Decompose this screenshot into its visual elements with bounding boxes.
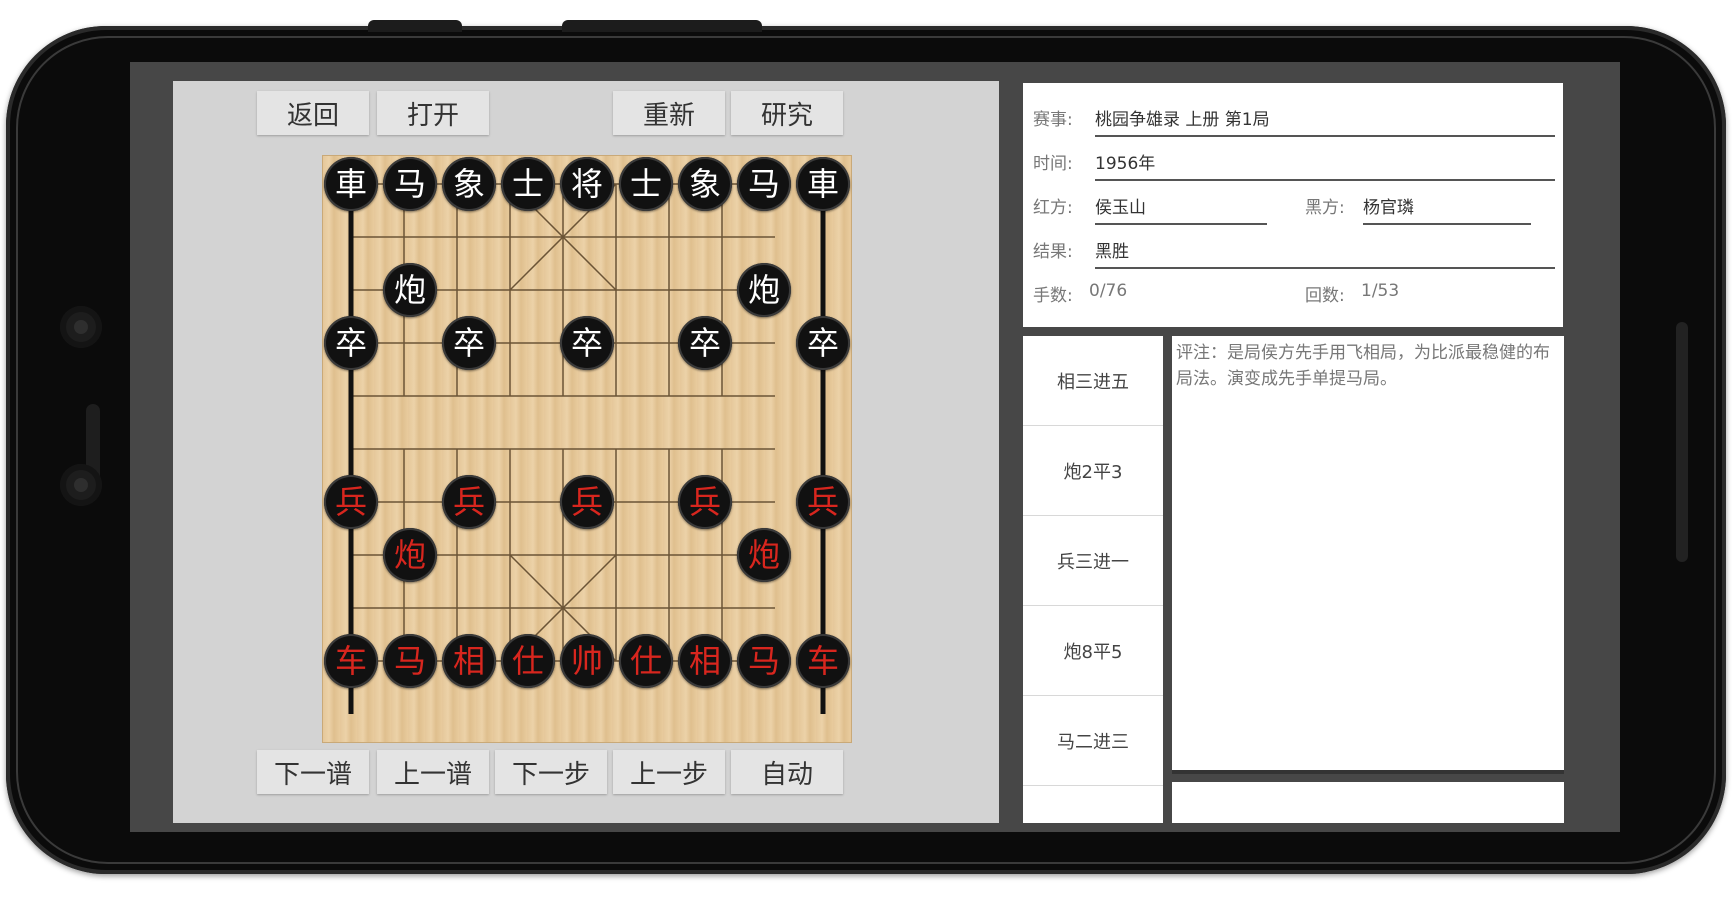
prev-game-button[interactable]: 上一谱 xyxy=(377,750,489,794)
black-piece[interactable]: 卒 xyxy=(560,316,614,370)
red-piece[interactable]: 兵 xyxy=(560,475,614,529)
comment-panel[interactable]: 评注：是局侯方先手用飞相局，为比派最稳健的布局法。演变成先手单提马局。 xyxy=(1172,336,1564,774)
black-piece[interactable]: 将 xyxy=(560,157,614,211)
red-label: 红方: xyxy=(1033,198,1073,218)
underline xyxy=(1095,179,1555,181)
board-panel: 返回 打开 重新 研究 車马象士将士象马車炮炮卒卒卒卒卒兵兵兵兵兵炮炮车马相仕帅… xyxy=(173,81,999,823)
event-label: 赛事: xyxy=(1033,110,1073,130)
rounds-value: 1/53 xyxy=(1361,281,1400,301)
black-piece[interactable]: 象 xyxy=(678,157,732,211)
open-button[interactable]: 打开 xyxy=(377,91,489,135)
time-row: 时间: 1956年 xyxy=(1033,141,1555,181)
side-indicator xyxy=(1676,322,1688,562)
move-item[interactable]: 马二进三 xyxy=(1023,696,1163,786)
event-row: 赛事: 桃园争雄录 上册 第1局 xyxy=(1033,97,1555,137)
result-value: 黑胜 xyxy=(1095,242,1129,262)
black-piece[interactable]: 马 xyxy=(737,157,791,211)
red-piece[interactable]: 帅 xyxy=(560,634,614,688)
black-piece[interactable]: 士 xyxy=(501,157,555,211)
red-piece[interactable]: 兵 xyxy=(442,475,496,529)
back-button[interactable]: 返回 xyxy=(257,91,369,135)
camera-icon xyxy=(60,306,102,348)
black-piece[interactable]: 士 xyxy=(619,157,673,211)
players-row: 红方: 侯玉山 黑方: 杨官璘 xyxy=(1033,185,1553,225)
move-item[interactable]: 炮8平5 xyxy=(1023,606,1163,696)
result-label: 结果: xyxy=(1033,242,1073,262)
restart-button[interactable]: 重新 xyxy=(613,91,725,135)
black-piece[interactable]: 马 xyxy=(383,157,437,211)
underline xyxy=(1363,223,1531,225)
move-item[interactable]: 相三进五 xyxy=(1023,336,1163,426)
black-piece[interactable]: 卒 xyxy=(324,316,378,370)
red-piece[interactable]: 兵 xyxy=(796,475,850,529)
study-button[interactable]: 研究 xyxy=(731,91,843,135)
black-piece[interactable]: 卒 xyxy=(442,316,496,370)
phone-button xyxy=(368,20,462,32)
moves-value: 0/76 xyxy=(1089,281,1128,301)
game-info-panel: 赛事: 桃园争雄录 上册 第1局 时间: 1956年 红方: 侯玉山 黑方: 杨… xyxy=(1023,83,1563,327)
red-piece[interactable]: 仕 xyxy=(619,634,673,688)
next-game-button[interactable]: 下一谱 xyxy=(257,750,369,794)
rounds-label: 回数: xyxy=(1305,286,1345,306)
underline xyxy=(1095,135,1555,137)
time-value: 1956年 xyxy=(1095,154,1156,174)
red-player-value: 侯玉山 xyxy=(1095,198,1146,218)
black-piece[interactable]: 卒 xyxy=(796,316,850,370)
black-piece[interactable]: 炮 xyxy=(383,263,437,317)
progress-row: 手数: 0/76 回数: 1/53 xyxy=(1033,273,1553,313)
black-piece[interactable]: 象 xyxy=(442,157,496,211)
move-item[interactable]: 兵三进一 xyxy=(1023,516,1163,606)
underline xyxy=(1095,223,1267,225)
time-label: 时间: xyxy=(1033,154,1073,174)
black-piece[interactable]: 卒 xyxy=(678,316,732,370)
underline xyxy=(1095,267,1555,269)
red-piece[interactable]: 炮 xyxy=(737,528,791,582)
event-value: 桃园争雄录 上册 第1局 xyxy=(1095,110,1270,130)
camera-icon xyxy=(60,464,102,506)
result-row: 结果: 黑胜 xyxy=(1033,229,1555,269)
auto-play-button[interactable]: 自动 xyxy=(731,750,843,794)
moves-label: 手数: xyxy=(1033,286,1073,306)
red-piece[interactable]: 相 xyxy=(442,634,496,688)
red-piece[interactable]: 仕 xyxy=(501,634,555,688)
black-piece[interactable]: 炮 xyxy=(737,263,791,317)
black-piece[interactable]: 車 xyxy=(324,157,378,211)
red-piece[interactable]: 车 xyxy=(796,634,850,688)
red-piece[interactable]: 马 xyxy=(383,634,437,688)
red-piece[interactable]: 马 xyxy=(737,634,791,688)
red-piece[interactable]: 相 xyxy=(678,634,732,688)
move-item[interactable]: 炮2平3 xyxy=(1023,426,1163,516)
red-piece[interactable]: 兵 xyxy=(324,475,378,529)
black-label: 黑方: xyxy=(1305,198,1345,218)
move-list[interactable]: 相三进五 炮2平3 兵三进一 炮8平5 马二进三 xyxy=(1023,336,1163,823)
black-piece[interactable]: 車 xyxy=(796,157,850,211)
next-step-button[interactable]: 下一步 xyxy=(495,750,607,794)
chess-board[interactable]: 車马象士将士象马車炮炮卒卒卒卒卒兵兵兵兵兵炮炮车马相仕帅仕相马车 xyxy=(323,156,851,742)
comment-input-area[interactable] xyxy=(1172,782,1564,823)
red-piece[interactable]: 兵 xyxy=(678,475,732,529)
app-screen: 返回 打开 重新 研究 車马象士将士象马車炮炮卒卒卒卒卒兵兵兵兵兵炮炮车马相仕帅… xyxy=(130,62,1620,832)
prev-step-button[interactable]: 上一步 xyxy=(613,750,725,794)
red-piece[interactable]: 炮 xyxy=(383,528,437,582)
red-piece[interactable]: 车 xyxy=(324,634,378,688)
black-player-value: 杨官璘 xyxy=(1363,198,1414,218)
phone-button xyxy=(562,20,762,32)
comment-text: 评注：是局侯方先手用飞相局，为比派最稳健的布局法。演变成先手单提马局。 xyxy=(1176,343,1550,389)
